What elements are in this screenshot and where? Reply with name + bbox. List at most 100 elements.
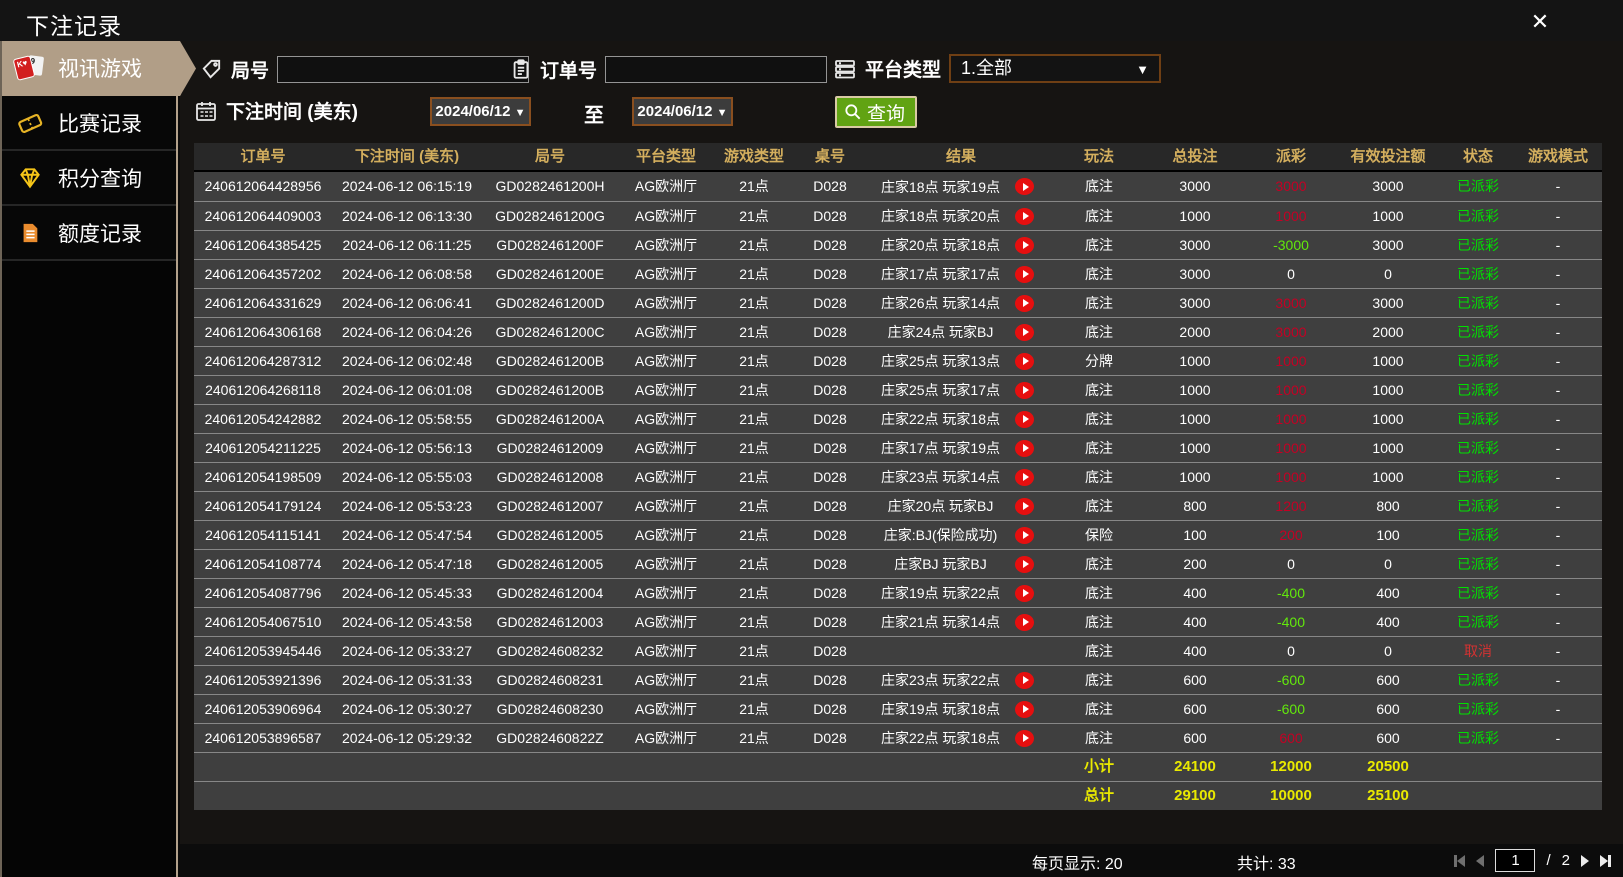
play-icon[interactable] bbox=[1015, 323, 1034, 341]
filter-bar: 局号 订单号 平台类型 1.全部 ▼ 下注时间 (美东) 2024/06/12 … bbox=[180, 41, 1623, 143]
main-content: 局号 订单号 平台类型 1.全部 ▼ 下注时间 (美东) 2024/06/12 … bbox=[180, 41, 1623, 877]
cell-result: 庄家17点 玩家19点 bbox=[866, 434, 1056, 462]
server-list-icon bbox=[833, 57, 857, 81]
cell-platform: AG欧洲厅 bbox=[634, 411, 698, 427]
cell-valid-bet: 400 bbox=[1376, 614, 1400, 630]
play-icon[interactable] bbox=[1015, 410, 1034, 428]
cell-game-type: 21点 bbox=[739, 701, 769, 717]
sidebar-item-match-records[interactable]: 比赛记录 bbox=[2, 96, 176, 151]
cell-bet-time: 2024-06-12 05:30:27 bbox=[342, 701, 472, 717]
query-button[interactable]: 查询 bbox=[835, 96, 918, 128]
play-icon[interactable] bbox=[1015, 468, 1034, 486]
cell-platform: AG欧洲厅 bbox=[634, 498, 698, 514]
play-icon[interactable] bbox=[1015, 526, 1034, 544]
cell-play-type: 底注 bbox=[1085, 237, 1113, 253]
cell-round-id: GD0282461200G bbox=[495, 208, 605, 224]
play-icon[interactable] bbox=[1015, 671, 1034, 689]
play-icon[interactable] bbox=[1015, 729, 1034, 747]
cell-order-id: 240612053945446 bbox=[204, 643, 322, 659]
table-row: 240612064287312 2024-06-12 06:02:48 GD02… bbox=[194, 346, 1602, 375]
cell-play-type: 底注 bbox=[1085, 178, 1113, 194]
current-page-input[interactable]: 1 bbox=[1495, 849, 1536, 872]
cell-valid-bet: 1000 bbox=[1372, 440, 1404, 456]
cell-game-mode: - bbox=[1555, 208, 1561, 224]
cell-game-type: 21点 bbox=[739, 614, 769, 630]
play-icon[interactable] bbox=[1015, 265, 1034, 283]
cell-valid-bet: 3000 bbox=[1372, 295, 1404, 311]
play-icon[interactable] bbox=[1015, 207, 1034, 225]
date-from-dropdown[interactable]: 2024/06/12 ▼ bbox=[430, 97, 531, 126]
play-icon[interactable] bbox=[1015, 294, 1034, 312]
play-icon[interactable] bbox=[1015, 555, 1034, 573]
result-text: 庄家22点 玩家18点 bbox=[880, 411, 1001, 427]
cell-valid-bet: 1000 bbox=[1372, 353, 1404, 369]
subtotal-row: 小计 24100 12000 20500 bbox=[194, 752, 1602, 781]
cell-payout: 200 bbox=[1279, 527, 1303, 543]
status-badge: 已派彩 bbox=[1457, 614, 1499, 630]
order-input[interactable] bbox=[605, 56, 828, 83]
first-page-icon[interactable] bbox=[1454, 854, 1466, 867]
sidebar-item-quota-records[interactable]: 额度记录 bbox=[2, 206, 176, 261]
cell-play-type: 底注 bbox=[1085, 324, 1113, 340]
cell-valid-bet: 3000 bbox=[1372, 237, 1404, 253]
cell-game-mode: - bbox=[1555, 643, 1561, 659]
result-text: 庄家23点 玩家14点 bbox=[880, 469, 1001, 485]
play-icon[interactable] bbox=[1015, 584, 1034, 602]
play-icon[interactable] bbox=[1015, 497, 1034, 515]
play-icon[interactable] bbox=[1015, 700, 1034, 718]
total-payout: 10000 bbox=[1270, 787, 1312, 804]
cell-play-type: 底注 bbox=[1085, 208, 1113, 224]
cell-order-id: 240612053896587 bbox=[204, 730, 322, 746]
col-game-mode: 游戏模式 bbox=[1527, 148, 1588, 165]
chevron-down-icon: ▼ bbox=[1136, 62, 1150, 77]
tag-icon bbox=[200, 58, 223, 81]
cell-order-id: 240612054242882 bbox=[204, 411, 322, 427]
status-badge: 已派彩 bbox=[1457, 730, 1499, 746]
play-icon[interactable] bbox=[1015, 352, 1034, 370]
play-icon[interactable] bbox=[1015, 178, 1034, 195]
cell-total-bet: 800 bbox=[1183, 498, 1207, 514]
cell-bet-time: 2024-06-12 05:29:32 bbox=[342, 730, 472, 746]
cell-order-id: 240612064287312 bbox=[204, 353, 322, 369]
cell-game-mode: - bbox=[1555, 498, 1561, 514]
cell-game-type: 21点 bbox=[739, 208, 769, 224]
cell-valid-bet: 600 bbox=[1376, 701, 1400, 717]
play-icon[interactable] bbox=[1015, 613, 1034, 631]
sidebar-item-label: 额度记录 bbox=[58, 222, 142, 246]
sidebar-item-video-games[interactable]: K♥ 9 视讯游戏 bbox=[2, 41, 196, 96]
cell-platform: AG欧洲厅 bbox=[634, 556, 698, 572]
cell-order-id: 240612053921396 bbox=[204, 672, 322, 688]
result-text: 庄家23点 玩家22点 bbox=[880, 672, 1001, 688]
subtotal-payout: 12000 bbox=[1270, 758, 1312, 775]
play-icon[interactable] bbox=[1015, 236, 1034, 254]
cell-payout: 0 bbox=[1287, 556, 1295, 572]
result-text: 庄家25点 玩家13点 bbox=[880, 353, 1001, 369]
col-order-id: 订单号 bbox=[240, 148, 286, 165]
cell-game-type: 21点 bbox=[739, 643, 769, 659]
close-icon[interactable]: ✕ bbox=[1527, 9, 1553, 35]
total-pages: 2 bbox=[1561, 852, 1570, 869]
cell-bet-time: 2024-06-12 06:11:25 bbox=[342, 237, 472, 253]
play-icon[interactable] bbox=[1015, 439, 1034, 457]
platform-select[interactable]: 1.全部 ▼ bbox=[949, 54, 1162, 83]
sidebar-item-points-query[interactable]: 积分查询 bbox=[2, 151, 176, 206]
page-title: 下注记录 bbox=[26, 13, 122, 39]
next-page-icon[interactable] bbox=[1581, 854, 1589, 867]
prev-page-icon[interactable] bbox=[1476, 854, 1485, 867]
table-row: 240612054242882 2024-06-12 05:58:55 GD02… bbox=[194, 404, 1602, 433]
last-page-icon[interactable] bbox=[1600, 854, 1611, 867]
play-icon[interactable] bbox=[1015, 381, 1034, 399]
cell-payout: -600 bbox=[1276, 672, 1306, 688]
result-text: 庄家BJ 玩家BJ bbox=[894, 556, 987, 572]
result-text: 庄家21点 玩家14点 bbox=[880, 614, 1001, 630]
date-to-dropdown[interactable]: 2024/06/12 ▼ bbox=[632, 97, 733, 126]
cell-bet-time: 2024-06-12 06:08:58 bbox=[342, 266, 472, 282]
betting-records-window: Parker 200 - 100,0 退钱了吗 17 下注记录 ✕ K♥9 视讯… bbox=[0, 0, 1623, 877]
cell-order-id: 240612054179124 bbox=[204, 498, 322, 514]
cell-valid-bet: 3000 bbox=[1372, 178, 1404, 194]
result-text: 庄家18点 玩家19点 bbox=[880, 178, 1001, 195]
round-input[interactable] bbox=[277, 56, 530, 83]
table-header-row: 订单号 下注时间 (美东) 局号 平台类型 游戏类型 桌号 结果 玩法 总投注 … bbox=[194, 143, 1602, 172]
cell-play-type: 底注 bbox=[1085, 556, 1113, 572]
status-badge: 取消 bbox=[1464, 643, 1492, 659]
